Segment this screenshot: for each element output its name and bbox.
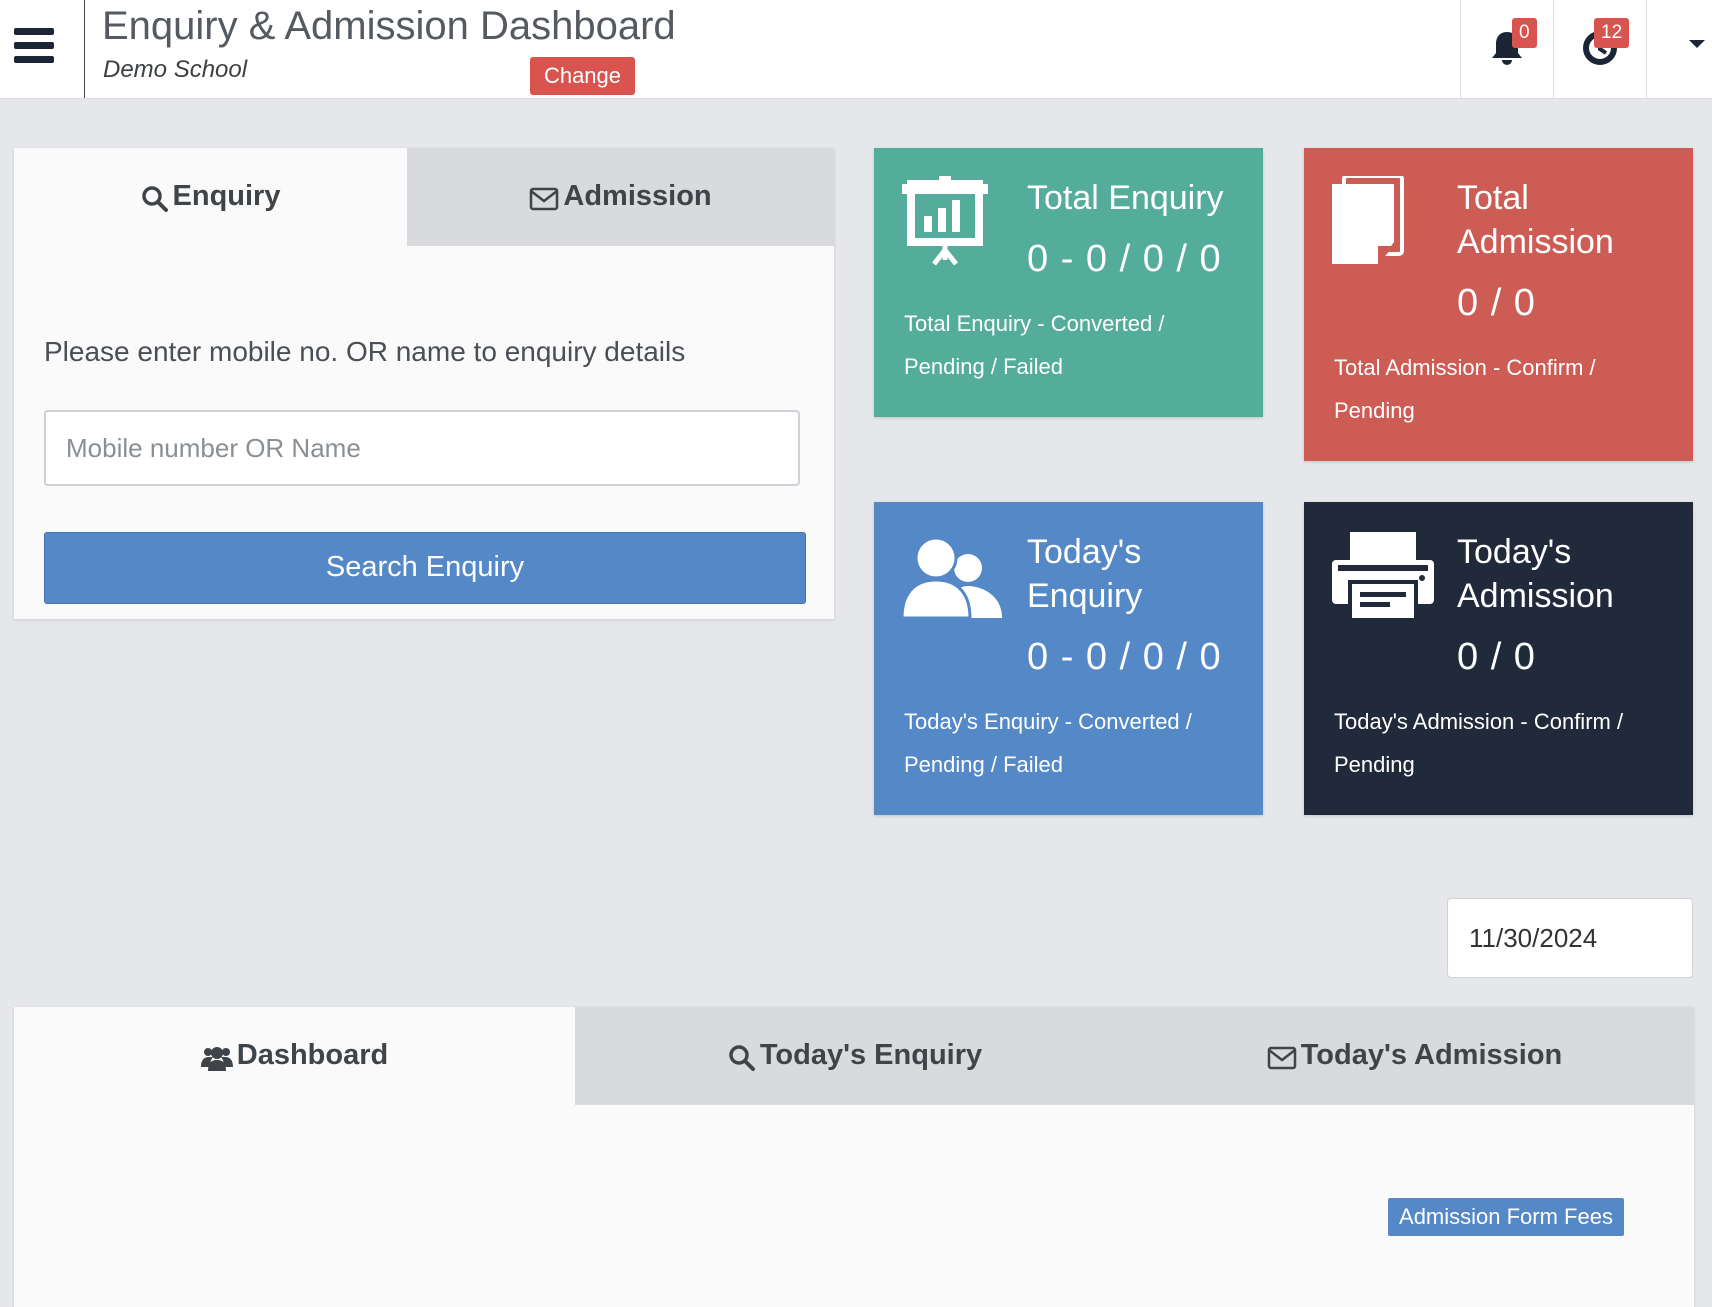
tab-admission-label: Admission <box>563 180 712 212</box>
tab-todays-admission[interactable]: Today's Admission <box>1135 1007 1694 1105</box>
todays-admission-title-line2: Admission <box>1457 577 1614 615</box>
date-picker-input[interactable]: 11/30/2024 <box>1447 898 1693 978</box>
presentation-chart-icon <box>902 176 988 277</box>
total-enquiry-desc-line1: Total Enquiry - Converted / <box>904 311 1165 336</box>
tab-todays-admission-label: Today's Admission <box>1300 1039 1563 1071</box>
todays-admission-title-line1: Today's <box>1457 533 1572 571</box>
chevron-down-icon[interactable] <box>1689 40 1705 48</box>
todays-admission-value: 0 / 0 <box>1457 636 1536 678</box>
tab-enquiry-label: Enquiry <box>172 180 281 212</box>
school-name: Demo School <box>103 56 248 83</box>
enquiry-tabbar: Enquiry Admission <box>14 148 834 246</box>
tab-enquiry[interactable]: Enquiry <box>14 148 407 246</box>
todays-enquiry-desc-line1: Today's Enquiry - Converted / <box>904 709 1192 734</box>
page-title: Enquiry & Admission Dashboard <box>102 4 676 48</box>
toolbar-divider <box>1460 0 1461 98</box>
total-enquiry-title: Total Enquiry <box>1027 179 1224 217</box>
change-school-button[interactable]: Change <box>530 57 635 95</box>
total-enquiry-tile: Total Enquiry 0 - 0 / 0 / 0 Total Enquir… <box>874 148 1263 417</box>
total-admission-desc: Total Admission - Confirm / Pending <box>1334 346 1674 432</box>
total-enquiry-desc-line2: Pending / Failed <box>904 354 1063 379</box>
search-icon <box>141 149 169 245</box>
total-admission-title: Total Admission <box>1457 176 1687 264</box>
enquiry-prompt: Please enter mobile no. OR name to enqui… <box>44 336 686 367</box>
search-icon <box>728 1008 756 1104</box>
total-admission-title-line1: Total <box>1457 179 1529 217</box>
total-admission-desc-line1: Total Admission - Confirm / <box>1334 355 1596 380</box>
todays-admission-tile: Today's Admission 0 / 0 Today's Admissio… <box>1304 502 1693 815</box>
total-admission-tile: Total Admission 0 / 0 Total Admission - … <box>1304 148 1693 461</box>
total-admission-title-line2: Admission <box>1457 223 1614 261</box>
total-admission-value: 0 / 0 <box>1457 282 1536 324</box>
menu-icon[interactable] <box>14 28 54 64</box>
dashboard-tabbar: Dashboard Today's Enquiry Today's Admiss… <box>14 1007 1694 1105</box>
top-bar: Enquiry & Admission Dashboard Demo Schoo… <box>0 0 1712 99</box>
header-divider <box>84 0 85 98</box>
toolbar-divider <box>1646 0 1647 98</box>
todays-enquiry-title: Today's Enquiry <box>1027 530 1257 618</box>
printer-icon <box>1332 532 1434 625</box>
search-enquiry-button[interactable]: Search Enquiry <box>44 532 806 604</box>
tab-todays-enquiry-label: Today's Enquiry <box>759 1039 983 1071</box>
todays-admission-desc: Today's Admission - Confirm / Pending <box>1334 700 1674 786</box>
tab-dashboard[interactable]: Dashboard <box>14 1007 575 1105</box>
todays-admission-desc-line1: Today's Admission - Confirm / <box>1334 709 1624 734</box>
search-input[interactable] <box>44 410 800 486</box>
todays-enquiry-desc: Today's Enquiry - Converted / Pending / … <box>904 700 1244 786</box>
total-enquiry-desc: Total Enquiry - Converted / Pending / Fa… <box>904 302 1244 388</box>
todays-enquiry-value: 0 - 0 / 0 / 0 <box>1027 636 1222 678</box>
todays-enquiry-title-line1: Today's <box>1027 533 1142 571</box>
todays-admission-desc-line2: Pending <box>1334 752 1415 777</box>
documents-icon <box>1332 174 1404 271</box>
envelope-icon <box>529 149 559 245</box>
tab-admission[interactable]: Admission <box>407 148 834 246</box>
toolbar-divider <box>1553 0 1554 98</box>
enquiry-search-card: Enquiry Admission Please enter mobile no… <box>14 148 834 619</box>
todays-enquiry-desc-line2: Pending / Failed <box>904 752 1063 777</box>
todays-enquiry-title-line2: Enquiry <box>1027 577 1143 615</box>
total-enquiry-value: 0 - 0 / 0 / 0 <box>1027 238 1222 280</box>
todays-admission-title: Today's Admission <box>1457 530 1687 618</box>
envelope-icon <box>1267 1008 1297 1104</box>
todays-enquiry-tile: Today's Enquiry 0 - 0 / 0 / 0 Today's En… <box>874 502 1263 815</box>
dashboard-panel: Dashboard Today's Enquiry Today's Admiss… <box>14 1007 1694 1307</box>
alerts-badge: 12 <box>1594 18 1630 48</box>
notifications-badge: 0 <box>1512 18 1537 48</box>
users-icon <box>900 536 1002 623</box>
admission-form-fees-badge[interactable]: Admission Form Fees <box>1388 1198 1624 1236</box>
total-admission-desc-line2: Pending <box>1334 398 1415 423</box>
tab-dashboard-label: Dashboard <box>236 1039 389 1071</box>
tab-todays-enquiry[interactable]: Today's Enquiry <box>575 1007 1135 1105</box>
users-icon <box>200 1008 233 1104</box>
